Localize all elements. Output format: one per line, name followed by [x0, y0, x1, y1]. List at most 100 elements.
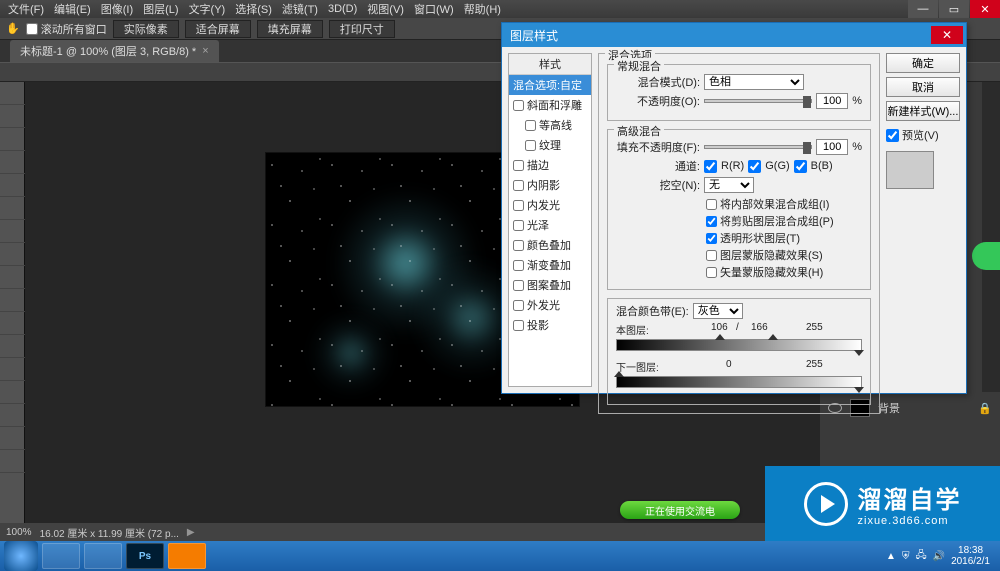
- opacity-input[interactable]: [816, 93, 848, 109]
- taskbar-uc[interactable]: [168, 543, 206, 569]
- tab-title: 未标题-1 @ 100% (图层 3, RGB/8) *: [20, 43, 196, 59]
- pct-label-2: %: [852, 141, 862, 153]
- adv-chk-2[interactable]: [706, 233, 717, 244]
- adv-chk-3[interactable]: [706, 250, 717, 261]
- new-style-button[interactable]: 新建样式(W)...: [886, 101, 960, 121]
- taskbar-browser[interactable]: [84, 543, 122, 569]
- preview-swatch: [886, 151, 934, 189]
- style-stroke[interactable]: 描边: [509, 155, 591, 175]
- this-layer-label: 本图层:: [616, 322, 649, 337]
- start-button[interactable]: [4, 541, 38, 571]
- lock-icon: 🔒: [978, 402, 992, 415]
- zoom-level[interactable]: 100%: [6, 527, 32, 538]
- ch-g[interactable]: [748, 160, 761, 173]
- menu-layer[interactable]: 图层(L): [143, 1, 178, 17]
- style-color-overlay[interactable]: 颜色叠加: [509, 235, 591, 255]
- maximize-button[interactable]: ▭: [939, 0, 969, 18]
- fill-screen-button[interactable]: 填充屏幕: [257, 20, 323, 38]
- knockout-select[interactable]: 无: [704, 177, 754, 193]
- style-outer-glow[interactable]: 外发光: [509, 295, 591, 315]
- tray-up-icon[interactable]: ▲: [886, 551, 896, 562]
- fill-opacity-slider[interactable]: [704, 145, 812, 149]
- layer-bg-label[interactable]: 背景: [878, 400, 900, 416]
- hand-icon: ✋: [6, 22, 20, 35]
- document-tab[interactable]: 未标题-1 @ 100% (图层 3, RGB/8) * ×: [10, 40, 219, 62]
- menu-help[interactable]: 帮助(H): [464, 1, 501, 17]
- blendif-select[interactable]: 灰色: [693, 303, 743, 319]
- menu-select[interactable]: 选择(S): [235, 1, 272, 17]
- tools-panel[interactable]: [0, 82, 25, 523]
- tray-network-icon[interactable]: 🖧: [915, 548, 926, 565]
- menu-edit[interactable]: 编辑(E): [54, 1, 91, 17]
- menu-3d[interactable]: 3D(D): [328, 3, 357, 15]
- system-tray: ▲ ⛨ 🖧 🔊 18:38 2016/2/1: [886, 545, 996, 567]
- dialog-title: 图层样式: [510, 27, 558, 44]
- close-button[interactable]: ✕: [970, 0, 1000, 18]
- menu-bar: 文件(F) 编辑(E) 图像(I) 图层(L) 文字(Y) 选择(S) 滤镜(T…: [0, 0, 1000, 18]
- menu-filter[interactable]: 滤镜(T): [282, 1, 318, 17]
- opacity-label: 不透明度(O):: [616, 93, 700, 109]
- general-blend-group: 常规混合 混合模式(D): 色相 不透明度(O): %: [607, 64, 871, 121]
- menu-view[interactable]: 视图(V): [367, 1, 404, 17]
- watermark-url: zixue.3d66.com: [858, 515, 962, 527]
- watermark: 溜溜自学 zixue.3d66.com: [765, 466, 1000, 541]
- ok-button[interactable]: 确定: [886, 53, 960, 73]
- fit-screen-button[interactable]: 适合屏幕: [185, 20, 251, 38]
- ch-r[interactable]: [704, 160, 717, 173]
- scroll-all-label: 滚动所有窗口: [41, 21, 107, 37]
- menu-image[interactable]: 图像(I): [101, 1, 133, 17]
- actual-pixels-button[interactable]: 实际像素: [113, 20, 179, 38]
- status-arrow-icon[interactable]: ▶: [187, 527, 195, 538]
- menu-type[interactable]: 文字(Y): [189, 1, 226, 17]
- watermark-title: 溜溜自学: [858, 480, 962, 515]
- taskbar-explorer[interactable]: [42, 543, 80, 569]
- style-contour[interactable]: 等高线: [509, 115, 591, 135]
- minimize-button[interactable]: —: [908, 0, 938, 18]
- style-bevel[interactable]: 斜面和浮雕: [509, 95, 591, 115]
- general-legend: 常规混合: [614, 58, 664, 74]
- taskbar-clock[interactable]: 18:38 2016/2/1: [951, 545, 990, 567]
- adv-chk-4[interactable]: [706, 267, 717, 278]
- dialog-titlebar[interactable]: 图层样式 ✕: [502, 23, 966, 47]
- style-drop-shadow[interactable]: 投影: [509, 315, 591, 335]
- power-status-pill: 正在使用交流电: [620, 501, 740, 519]
- style-gradient-overlay[interactable]: 渐变叠加: [509, 255, 591, 275]
- tab-close-icon[interactable]: ×: [202, 45, 208, 57]
- under-v1: 255: [806, 359, 823, 370]
- taskbar-ps[interactable]: Ps: [126, 543, 164, 569]
- style-pattern-overlay[interactable]: 图案叠加: [509, 275, 591, 295]
- fill-opacity-input[interactable]: [816, 139, 848, 155]
- taskbar: Ps ▲ ⛨ 🖧 🔊 18:38 2016/2/1: [0, 541, 1000, 571]
- menu-window[interactable]: 窗口(W): [414, 1, 454, 17]
- this-v2: 255: [806, 322, 823, 333]
- under-layer-gradient[interactable]: [616, 376, 862, 388]
- style-texture[interactable]: 纹理: [509, 135, 591, 155]
- scroll-all-checkbox[interactable]: [26, 23, 38, 35]
- dialog-side-buttons: 确定 取消 新建样式(W)... 预览(V): [886, 53, 960, 387]
- blend-if-group: 混合颜色带(E): 灰色 本图层: 106 / 166 255: [607, 298, 871, 405]
- this-v0: 106: [711, 322, 728, 333]
- preview-checkbox[interactable]: [886, 129, 899, 142]
- expand-arrow-icon[interactable]: [972, 242, 1000, 270]
- fill-opacity-label: 填充不透明度(F):: [616, 139, 700, 155]
- tray-shield-icon[interactable]: ⛨: [902, 551, 910, 562]
- style-satin[interactable]: 光泽: [509, 215, 591, 235]
- this-v1: 166: [751, 322, 768, 333]
- channels-label: 通道:: [616, 158, 700, 174]
- this-layer-gradient[interactable]: [616, 339, 862, 351]
- dialog-close-button[interactable]: ✕: [931, 26, 963, 44]
- menu-file[interactable]: 文件(F): [8, 1, 44, 17]
- blend-mode-select[interactable]: 色相: [704, 74, 804, 90]
- style-inner-shadow[interactable]: 内阴影: [509, 175, 591, 195]
- tray-volume-icon[interactable]: 🔊: [933, 551, 945, 562]
- print-size-button[interactable]: 打印尺寸: [329, 20, 395, 38]
- style-inner-glow[interactable]: 内发光: [509, 195, 591, 215]
- adv-chk-0[interactable]: [706, 199, 717, 210]
- options-area: 混合选项 常规混合 混合模式(D): 色相 不透明度(O): %: [598, 53, 880, 387]
- blending-options-item[interactable]: 混合选项:自定: [509, 75, 591, 95]
- ch-b[interactable]: [794, 160, 807, 173]
- adv-chk-1[interactable]: [706, 216, 717, 227]
- opacity-slider[interactable]: [704, 99, 812, 103]
- cancel-button[interactable]: 取消: [886, 77, 960, 97]
- styles-header[interactable]: 样式: [509, 54, 591, 75]
